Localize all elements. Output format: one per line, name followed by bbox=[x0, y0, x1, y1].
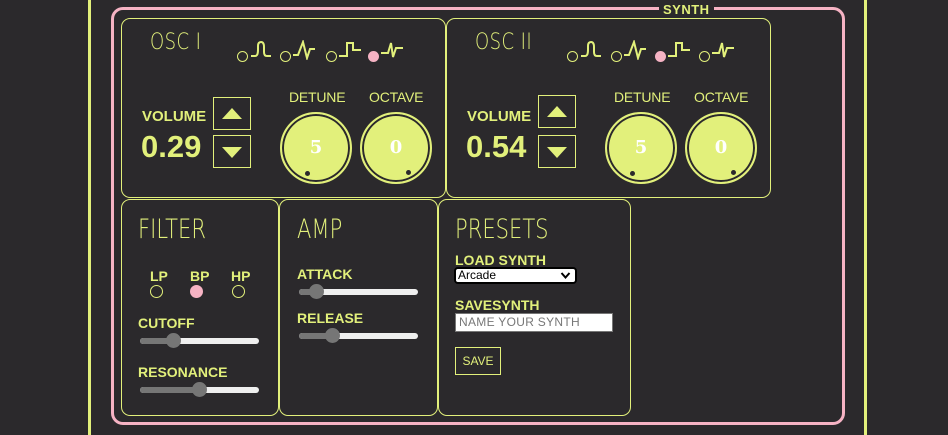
triangle-down-icon bbox=[547, 147, 567, 158]
osc1-detune-knob[interactable]: 5 bbox=[280, 112, 352, 184]
osc2-detune-knob[interactable]: 5 bbox=[605, 112, 677, 184]
save-button[interactable]: SAVE bbox=[455, 347, 501, 375]
osc2-wave-radio-square[interactable] bbox=[655, 51, 666, 62]
osc1-octave-value: 0 bbox=[389, 137, 403, 158]
knob-indicator-dot bbox=[305, 171, 310, 176]
osc2-volume-value: 0.54 bbox=[466, 129, 527, 164]
release-slider[interactable] bbox=[299, 328, 418, 343]
filter-radio-bp[interactable] bbox=[190, 285, 203, 298]
osc1-detune-label: DETUNE bbox=[289, 89, 346, 105]
release-label: RELEASE bbox=[297, 310, 364, 326]
triangle-up-icon bbox=[547, 106, 567, 117]
osc2-detune-value: 5 bbox=[634, 137, 648, 158]
osc1-wave-radio-triangle[interactable] bbox=[280, 51, 291, 62]
attack-slider[interactable] bbox=[299, 284, 418, 299]
triangle-down-icon bbox=[222, 147, 242, 158]
knob-indicator-dot bbox=[406, 170, 411, 175]
presets-title: PRESETS bbox=[455, 214, 549, 245]
synth-name-placeholder: NAME YOUR SYNTH bbox=[459, 315, 580, 329]
filter-radio-hp[interactable] bbox=[232, 285, 245, 298]
knob-indicator-dot bbox=[630, 171, 635, 176]
osc1-title: OSC I bbox=[150, 30, 202, 55]
right-border-line bbox=[864, 0, 867, 435]
osc1-detune-value: 5 bbox=[309, 137, 323, 158]
cutoff-label: CUTOFF bbox=[138, 315, 195, 331]
osc1-volume-down-button[interactable] bbox=[213, 135, 251, 168]
osc2-octave-label: OCTAVE bbox=[694, 89, 749, 105]
osc1-volume-label: VOLUME bbox=[142, 108, 207, 125]
osc2-wave-radio-triangle[interactable] bbox=[611, 51, 622, 62]
square-wave-icon bbox=[339, 42, 361, 57]
osc2-detune-label: DETUNE bbox=[614, 89, 671, 105]
osc1-volume-value: 0.29 bbox=[141, 129, 202, 164]
resonance-label: RESONANCE bbox=[138, 364, 228, 380]
osc2-volume-label: VOLUME bbox=[467, 108, 532, 125]
slider-thumb[interactable] bbox=[166, 333, 181, 348]
triangle-wave-icon bbox=[293, 40, 315, 60]
osc2-title: OSC II bbox=[475, 30, 533, 55]
filter-type-label-bp: BP bbox=[190, 268, 210, 284]
filter-type-label-hp: HP bbox=[231, 268, 251, 284]
amp-title: AMP bbox=[297, 214, 343, 245]
osc2-octave-value: 0 bbox=[714, 137, 728, 158]
osc1-wave-radio-sawtooth[interactable] bbox=[368, 51, 379, 62]
preset-select[interactable]: Arcade bbox=[454, 267, 577, 284]
osc2-octave-knob[interactable]: 0 bbox=[685, 112, 757, 184]
filter-type-label-lp: LP bbox=[150, 268, 168, 284]
preset-select-value: Arcade bbox=[458, 268, 497, 282]
sawtooth-wave-icon bbox=[712, 42, 734, 58]
sine-wave-icon bbox=[251, 40, 271, 57]
cutoff-slider[interactable] bbox=[140, 333, 259, 348]
triangle-up-icon bbox=[222, 108, 242, 119]
resonance-slider[interactable] bbox=[140, 382, 259, 397]
osc1-wave-radio-sine[interactable] bbox=[237, 51, 248, 62]
knob-indicator-dot bbox=[731, 170, 736, 175]
square-wave-icon bbox=[668, 42, 690, 57]
sine-wave-icon bbox=[581, 40, 601, 57]
attack-label: ATTACK bbox=[297, 266, 353, 282]
synth-title: SYNTH bbox=[659, 3, 714, 16]
sawtooth-wave-icon bbox=[381, 42, 403, 58]
osc2-wave-radio-sawtooth[interactable] bbox=[699, 51, 710, 62]
osc1-octave-knob[interactable]: 0 bbox=[360, 112, 432, 184]
triangle-wave-icon bbox=[624, 40, 646, 60]
load-synth-label: LOAD SYNTH bbox=[455, 252, 546, 268]
slider-thumb[interactable] bbox=[325, 328, 340, 343]
slider-thumb[interactable] bbox=[192, 382, 207, 397]
filter-title: FILTER bbox=[138, 214, 206, 245]
synth-name-input[interactable]: NAME YOUR SYNTH bbox=[455, 313, 613, 332]
osc1-volume-up-button[interactable] bbox=[213, 97, 251, 130]
left-border-line bbox=[88, 0, 91, 435]
osc2-volume-down-button[interactable] bbox=[538, 135, 576, 168]
slider-fill bbox=[140, 387, 200, 393]
osc2-wave-radio-sine[interactable] bbox=[567, 51, 578, 62]
chevron-down-icon bbox=[560, 272, 571, 280]
osc1-wave-radio-square[interactable] bbox=[326, 51, 337, 62]
save-synth-label: SAVESYNTH bbox=[455, 297, 540, 313]
filter-radio-lp[interactable] bbox=[150, 285, 163, 298]
osc1-octave-label: OCTAVE bbox=[369, 89, 424, 105]
osc2-volume-up-button[interactable] bbox=[538, 95, 576, 128]
